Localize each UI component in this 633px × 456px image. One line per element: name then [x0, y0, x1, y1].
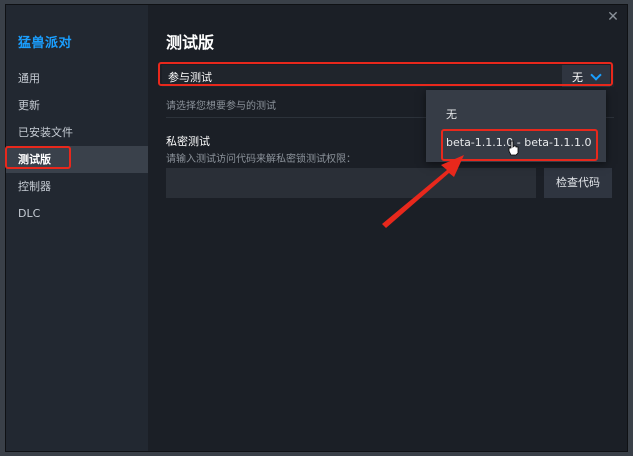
sidebar-item-dlc[interactable]: DLC	[6, 200, 148, 227]
private-beta-hint: 请输入测试访问代码来解私密锁测试权限：	[166, 154, 356, 165]
sidebar-item-installed-files[interactable]: 已安装文件	[6, 119, 148, 146]
sidebar-item-controller[interactable]: 控制器	[6, 173, 148, 200]
dropdown-option-none[interactable]: 无	[446, 106, 457, 122]
beta-hint: 请选择您想要参与的测试	[166, 101, 276, 112]
hand-cursor-icon	[508, 140, 519, 156]
page-title: 测试版	[166, 33, 215, 52]
annotation-box-sidebar	[5, 146, 71, 169]
access-code-input[interactable]	[166, 168, 536, 198]
sidebar-item-general[interactable]: 通用	[6, 65, 148, 92]
close-icon[interactable]: ✕	[605, 9, 621, 25]
annotation-box-beta-option	[441, 129, 598, 161]
check-code-button[interactable]: 检查代码	[544, 168, 612, 198]
private-beta-label: 私密测试	[166, 135, 210, 148]
sidebar: 猛兽派对 通用 更新 已安装文件 测试版 控制器 DLC	[6, 5, 148, 451]
sidebar-item-updates[interactable]: 更新	[6, 92, 148, 119]
app-title: 猛兽派对	[18, 36, 73, 51]
annotation-box-beta-row	[158, 62, 613, 86]
